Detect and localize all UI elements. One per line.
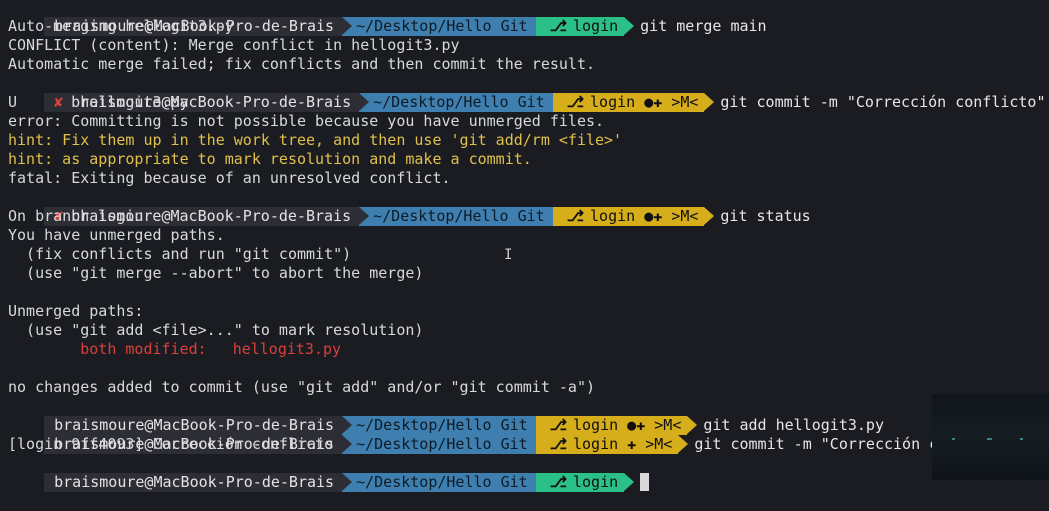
conflict-file: hellogit3.py <box>232 340 342 358</box>
output-line: no changes added to commit (use "git add… <box>8 378 595 396</box>
output-line: error: Committing is not possible becaus… <box>8 112 605 130</box>
command-text: git commit -m "Corrección co <box>694 435 948 453</box>
prompt-branch: ⎇ login ●✚ >M< <box>552 93 715 112</box>
terminal-window[interactable]: braismoure@MacBook-Pro-de-Brais ~/Desktop… <box>0 0 1049 492</box>
prompt-branch: ⎇ login ●✚ >M< <box>552 207 715 226</box>
prompt-path: ~/Desktop/Hello Git <box>342 435 546 454</box>
output-line: [login 9ff4093] Corrección conflicto <box>8 435 334 453</box>
prompt-path: ~/Desktop/Hello Git <box>342 473 546 492</box>
branch-status: login ✚ >M< <box>572 435 673 453</box>
output-line: Unmerged paths: <box>8 302 144 320</box>
thumbnail-light <box>952 438 955 440</box>
output-line: (use "git merge --abort" to abort the me… <box>8 264 424 282</box>
output-line: (fix conflicts and run "git commit") <box>8 245 352 263</box>
git-branch-icon: ⎇ <box>549 17 567 35</box>
command-text: git status <box>720 207 811 225</box>
terminal-cursor[interactable] <box>640 473 650 491</box>
output-line: (use "git add <file>..." to mark resolut… <box>8 321 424 339</box>
prompt-path: ~/Desktop/Hello Git <box>342 17 546 36</box>
prompt-path: ~/Desktop/Hello Git <box>359 207 563 226</box>
conflict-line: both modified: hellogit3.py <box>8 340 341 359</box>
hint-line: hint: Fix them up in the work tree, and … <box>8 131 623 149</box>
git-branch-icon: ⎇ <box>566 93 585 111</box>
git-branch-icon: ⎇ <box>549 435 567 453</box>
prompt-branch: ⎇ login <box>535 473 635 492</box>
conflict-label: both modified: <box>8 340 207 358</box>
prompt-line: braismoure@MacBook-Pro-de-Brais ~/Desktop… <box>8 454 650 492</box>
output-line: Automatic merge failed; fix conflicts an… <box>8 55 595 73</box>
prompt-line: braismoure@MacBook-Pro-de-Brais ~/Desktop… <box>8 0 767 36</box>
prompt-branch: ⎇ login <box>535 17 635 36</box>
output-line: On branch login <box>8 207 144 225</box>
prompt-user: braismoure@MacBook-Pro-de-Brais <box>44 473 353 492</box>
branch-status: login <box>572 17 619 35</box>
prompt-branch: ⎇ login ✚ >M< <box>535 435 688 454</box>
output-line: Auto-merging hellogit3.py <box>8 17 234 35</box>
git-branch-icon: ⎇ <box>566 207 585 225</box>
command-text: git merge main <box>640 17 767 35</box>
output-line: fatal: Exiting because of an unresolved … <box>8 169 451 187</box>
branch-status: login ●✚ >M< <box>590 93 699 111</box>
thumbnail-light <box>1020 438 1023 440</box>
output-line: CONFLICT (content): Merge conflict in he… <box>8 36 460 54</box>
output-line: U hellogit3.py <box>8 93 189 111</box>
prompt-line: braismoure@MacBook-Pro-de-Brais ~/Desktop… <box>8 416 947 454</box>
ibeam-cursor-icon: I <box>504 247 513 263</box>
prompt-path: ~/Desktop/Hello Git <box>359 93 563 112</box>
branch-status: login <box>572 473 619 491</box>
output-line: You have unmerged paths. <box>8 226 225 244</box>
git-branch-icon: ⎇ <box>549 473 567 491</box>
thumbnail-light <box>987 438 992 440</box>
prompt-line: ✘ braismoure@MacBook-Pro-de-Brais ~/Deskto… <box>8 74 1046 112</box>
video-overlay-thumbnail <box>932 394 1049 480</box>
branch-status: login ●✚ >M< <box>590 207 699 225</box>
prompt-line: braismoure@MacBook-Pro-de-Brais ~/Desktop… <box>8 397 884 435</box>
prompt-line: ✘ braismoure@MacBook-Pro-de-Brais ~/Deskto… <box>8 188 811 226</box>
hint-line: hint: as appropriate to mark resolution … <box>8 150 532 168</box>
command-text: git commit -m "Corrección conflicto" <box>720 93 1046 111</box>
